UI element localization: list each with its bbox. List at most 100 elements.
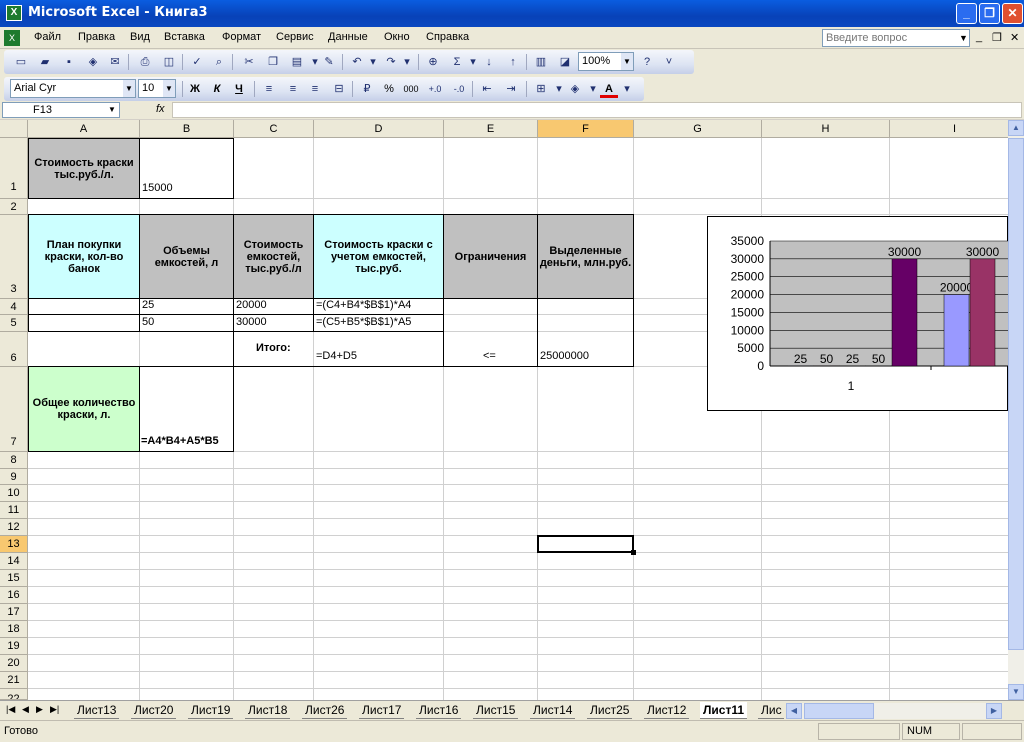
cell-f6[interactable]: 25000000 [540,350,589,362]
sheet-tab-list19[interactable]: Лист19 [188,702,234,719]
row-header-19[interactable]: 19 [0,638,28,655]
chart-wizard-icon[interactable]: ▥ [532,53,550,71]
cell-c4[interactable]: 20000 [236,299,267,311]
excel-app-icon[interactable]: X [6,5,22,21]
scroll-up-arrow-icon[interactable]: ▲ [1008,120,1024,136]
borders-icon[interactable]: ⊞ [532,80,550,98]
cell-d3[interactable]: Стоимость краски с учетом емкостей, тыс.… [313,214,444,299]
row-header-22[interactable]: 22 [0,689,28,700]
underline-button[interactable]: Ч [230,80,248,98]
row-header-9[interactable]: 9 [0,469,28,485]
mdi-minimize-button[interactable]: _ [976,31,982,43]
column-header-a[interactable]: A [28,120,140,138]
save-icon[interactable]: ▪ [60,53,78,71]
align-left-icon[interactable]: ≡ [260,80,278,98]
new-icon[interactable]: ▭ [12,53,30,71]
select-all-corner[interactable] [0,120,28,138]
restore-button[interactable]: ❐ [979,3,1000,24]
active-cell-f13[interactable] [537,535,636,555]
menu-tools[interactable]: Сервис [276,31,314,43]
menu-view[interactable]: Вид [130,31,150,43]
open-icon[interactable]: ▰ [36,53,54,71]
sheet-tab-list15[interactable]: Лист15 [473,702,519,719]
row-header-6[interactable]: 6 [0,332,28,367]
help-dropdown-icon[interactable]: ▼ [958,30,969,46]
scroll-left-arrow-icon[interactable]: ◀ [786,703,802,719]
cell-b7[interactable]: =A4*B4+A5*B5 [141,435,219,447]
worksheet-grid[interactable]: A B C D E F G H I 1 2 3 4 5 6 7 8 9 10 1… [0,120,1008,700]
column-header-g[interactable]: G [634,120,762,138]
row-header-14[interactable]: 14 [0,553,28,570]
font-color-dropdown-icon[interactable]: ▾ [618,80,636,98]
column-header-h[interactable]: H [762,120,890,138]
row-header-17[interactable]: 17 [0,604,28,621]
first-sheet-icon[interactable]: |◀ [6,704,15,715]
row-header-3[interactable]: 3 [0,215,28,299]
hyperlink-icon[interactable]: ⊕ [424,53,442,71]
row-header-12[interactable]: 12 [0,519,28,536]
scroll-right-arrow-icon[interactable]: ▶ [986,703,1002,719]
font-dropdown-icon[interactable]: ▼ [123,80,135,97]
cell-d5[interactable]: =(C5+B5*$B$1)*A5 [316,316,411,328]
sheet-tab-list11[interactable]: Лист11 [700,702,748,719]
next-sheet-icon[interactable]: ▶ [36,704,43,715]
align-center-icon[interactable]: ≡ [284,80,302,98]
name-box-dropdown-icon[interactable]: ▼ [105,103,119,117]
menu-help[interactable]: Справка [426,31,469,43]
row-header-13[interactable]: 13 [0,536,28,553]
sheet-tab-list13[interactable]: Лист13 [74,702,120,719]
column-header-i[interactable]: I [890,120,1008,138]
menu-data[interactable]: Данные [328,31,368,43]
cell-b5[interactable]: 50 [142,316,154,328]
column-header-f[interactable]: F [538,120,634,138]
permission-icon[interactable]: ◈ [84,53,102,71]
cell-a1[interactable]: Стоимость краски тыс.руб./л. [28,138,140,199]
sort-descending-icon[interactable]: ↑ [504,53,522,71]
merge-center-icon[interactable]: ⊟ [330,80,348,98]
redo-dropdown-icon[interactable]: ▾ [398,53,416,71]
sheet-tab-list17[interactable]: Лист17 [359,702,405,719]
cut-icon[interactable]: ✂ [240,53,258,71]
cell-c3[interactable]: Стоимость емкостей, тыс.руб./л [233,214,314,299]
email-icon[interactable]: ✉ [106,53,124,71]
menu-window[interactable]: Окно [384,31,410,43]
prev-sheet-icon[interactable]: ◀ [22,704,29,715]
column-header-e[interactable]: E [444,120,538,138]
column-header-d[interactable]: D [314,120,444,138]
sheet-tab-partial[interactable]: Лис [758,702,784,719]
decrease-indent-icon[interactable]: ⇤ [478,80,496,98]
sheet-tab-list20[interactable]: Лист20 [131,702,177,719]
help-icon[interactable]: ? [638,53,656,71]
menu-file[interactable]: Файл [34,31,61,43]
row-header-7[interactable]: 7 [0,367,28,452]
mdi-close-button[interactable]: ✕ [1010,31,1019,44]
insert-function-icon[interactable]: fx [156,103,165,115]
horizontal-scroll-thumb[interactable] [804,703,874,719]
close-button[interactable]: ✕ [1002,3,1023,24]
row-header-5[interactable]: 5 [0,315,28,332]
row-header-8[interactable]: 8 [0,452,28,469]
spelling-icon[interactable]: ✓ [188,53,206,71]
sheet-tab-list18[interactable]: Лист18 [245,702,291,719]
currency-icon[interactable]: ₽ [358,80,376,98]
print-preview-icon[interactable]: ◫ [160,53,178,71]
menu-insert[interactable]: Вставка [164,31,205,43]
scroll-down-arrow-icon[interactable]: ▼ [1008,684,1024,700]
sheet-tab-list16[interactable]: Лист16 [416,702,462,719]
row-header-16[interactable]: 16 [0,587,28,604]
research-icon[interactable]: ⌕ [210,53,228,71]
font-size-dropdown-icon[interactable]: ▼ [163,80,175,97]
drawing-icon[interactable]: ◪ [556,53,574,71]
cell-e3[interactable]: Ограничения [443,214,538,299]
align-right-icon[interactable]: ≡ [306,80,324,98]
percent-button[interactable]: % [380,80,398,98]
toolbar-options-icon[interactable]: ˅ [660,53,678,71]
cell-d6[interactable]: =D4+D5 [316,350,357,362]
cell-b4[interactable]: 25 [142,299,154,311]
workbook-icon[interactable]: X [4,30,20,46]
sheet-tab-list26[interactable]: Лист26 [302,702,348,719]
row-header-15[interactable]: 15 [0,570,28,587]
bold-button[interactable]: Ж [186,80,204,98]
undo-dropdown-icon[interactable]: ▾ [364,53,382,71]
row-header-10[interactable]: 10 [0,485,28,502]
